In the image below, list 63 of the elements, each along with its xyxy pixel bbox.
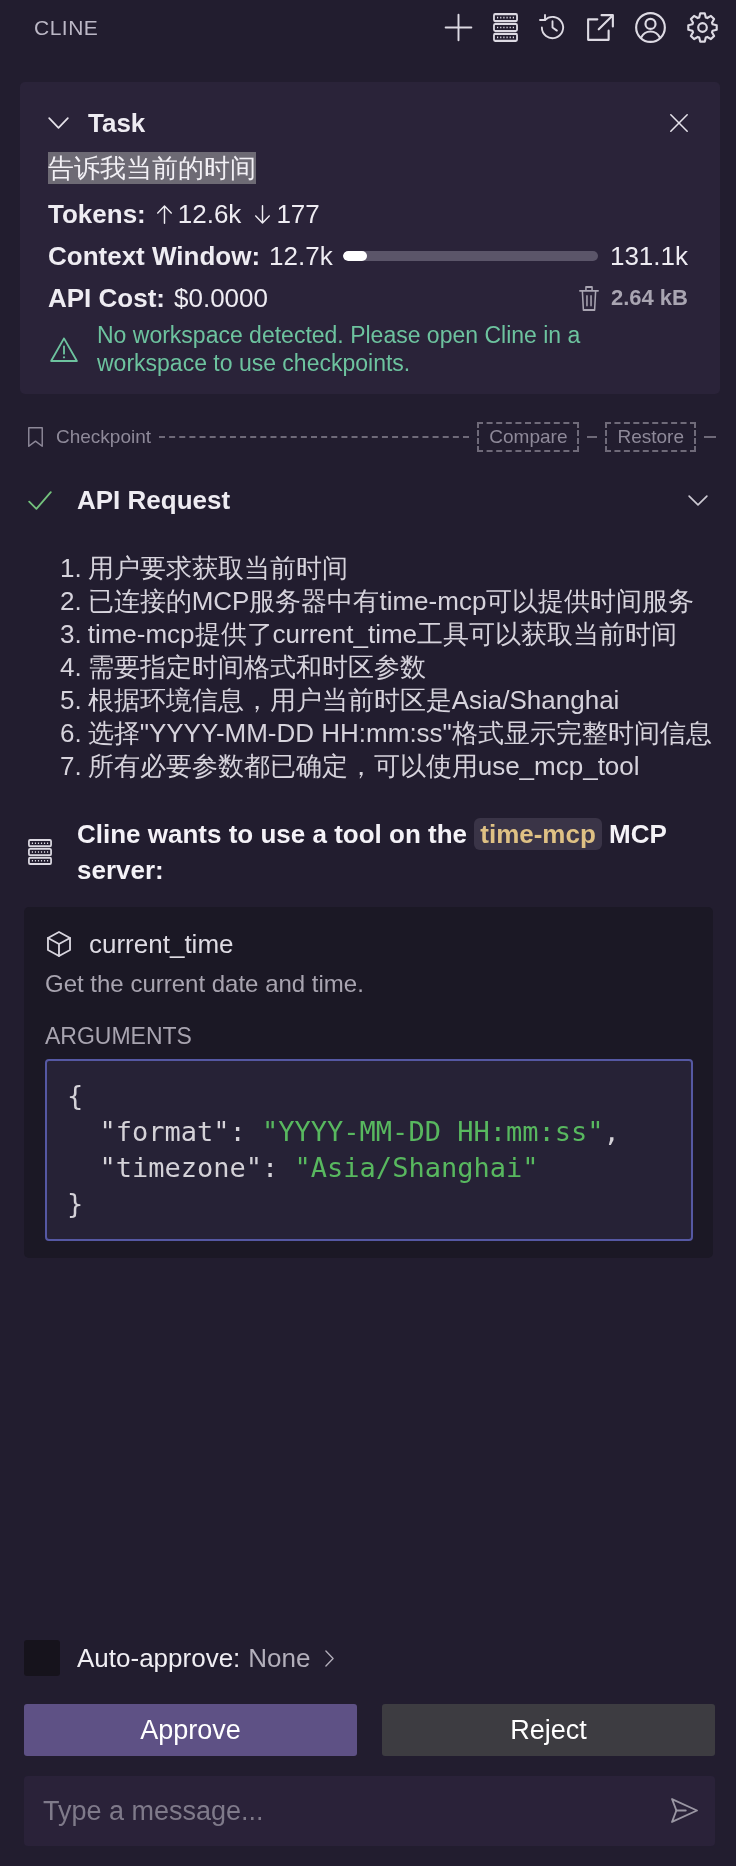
message-input[interactable]: Type a message... <box>24 1776 715 1846</box>
auto-approve-value: None <box>248 1642 311 1674</box>
settings-icon[interactable] <box>687 12 718 43</box>
server-name-tag: time-mcp <box>474 818 602 850</box>
step-number: 4. <box>60 651 82 684</box>
server-icon <box>28 839 52 865</box>
compare-button[interactable]: Compare <box>477 422 580 452</box>
arrow-down-icon <box>255 204 271 224</box>
step-text: 根据环境信息，用户当前时区是Asia/Shanghai <box>87 684 620 717</box>
chevron-down-icon[interactable] <box>48 117 69 129</box>
step-text: 需要指定时间格式和时区参数 <box>87 651 426 684</box>
step-text: 用户要求获取当前时间 <box>87 552 348 585</box>
close-icon[interactable] <box>670 114 688 132</box>
code-line: } <box>67 1187 85 1221</box>
api-cost-value: $0.0000 <box>174 282 268 314</box>
chevron-down-icon[interactable] <box>688 494 708 506</box>
context-limit-value: 131.1k <box>609 240 688 272</box>
tool-name: current_time <box>89 928 234 960</box>
reject-button[interactable]: Reject <box>382 1704 715 1756</box>
tokens-received-value: 177 <box>276 198 320 230</box>
tokens-label: Tokens: <box>48 198 146 230</box>
send-icon[interactable] <box>671 1798 698 1823</box>
tokens-sent-value: 12.6k <box>177 198 242 230</box>
step-number: 2. <box>60 585 82 618</box>
step-number: 5. <box>60 684 82 717</box>
step-text: 已连接的MCP服务器中有time-mcp可以提供时间服务 <box>87 585 695 618</box>
warning-icon <box>50 336 78 362</box>
external-link-icon[interactable] <box>587 14 614 41</box>
code-line: { <box>67 1079 85 1113</box>
tool-request-heading: Cline wants to use a tool on the time-mcp MCP server: <box>77 817 668 887</box>
step-text: 选择"YYYY-MM-DD HH:mm:ss"格式显示完整时间信息 <box>87 717 712 750</box>
chevron-right-icon[interactable] <box>325 1649 335 1667</box>
auto-approve-label: Auto-approve: <box>77 1642 241 1674</box>
step-number: 1. <box>60 552 82 585</box>
task-prompt: 告诉我当前的时间 <box>48 152 256 184</box>
step-number: 7. <box>60 750 82 783</box>
tool-description: Get the current date and time. <box>45 969 365 999</box>
checkpoint-label: Checkpoint <box>56 426 152 448</box>
api-cost-label: API Cost: <box>48 282 165 314</box>
trash-icon <box>578 285 599 311</box>
context-used-value: 12.7k <box>269 240 333 272</box>
step-text: 所有必要参数都已确定，可以使用use_mcp_tool <box>87 750 640 783</box>
step-number: 6. <box>60 717 82 750</box>
app-title: CLINE <box>34 15 99 40</box>
context-window-label: Context Window: <box>48 240 261 272</box>
code-line: "format": "YYYY-MM-DD HH:mm:ss", <box>98 1115 621 1149</box>
plus-icon[interactable] <box>445 14 472 41</box>
approve-button[interactable]: Approve <box>24 1704 357 1756</box>
arguments-label: ARGUMENTS <box>45 1022 193 1051</box>
bookmark-icon <box>28 427 43 447</box>
step-text: time-mcp提供了current_time工具可以获取当前时间 <box>87 618 678 651</box>
restore-button[interactable]: Restore <box>605 422 696 452</box>
warning-message: No workspace detected. Please open Cline in a workspace to use checkpoints. <box>97 321 582 377</box>
delete-task-button[interactable]: 2.64 kB <box>578 285 688 311</box>
cube-icon <box>47 931 71 957</box>
history-icon[interactable] <box>539 14 566 41</box>
api-request-title: API Request <box>77 484 231 516</box>
code-line: "timezone": "Asia/Shanghai" <box>98 1151 540 1185</box>
account-icon[interactable] <box>635 12 666 43</box>
step-number: 3. <box>60 618 82 651</box>
arrow-up-icon <box>156 204 172 224</box>
server-icon[interactable] <box>493 13 518 42</box>
task-title: Task <box>88 107 146 139</box>
